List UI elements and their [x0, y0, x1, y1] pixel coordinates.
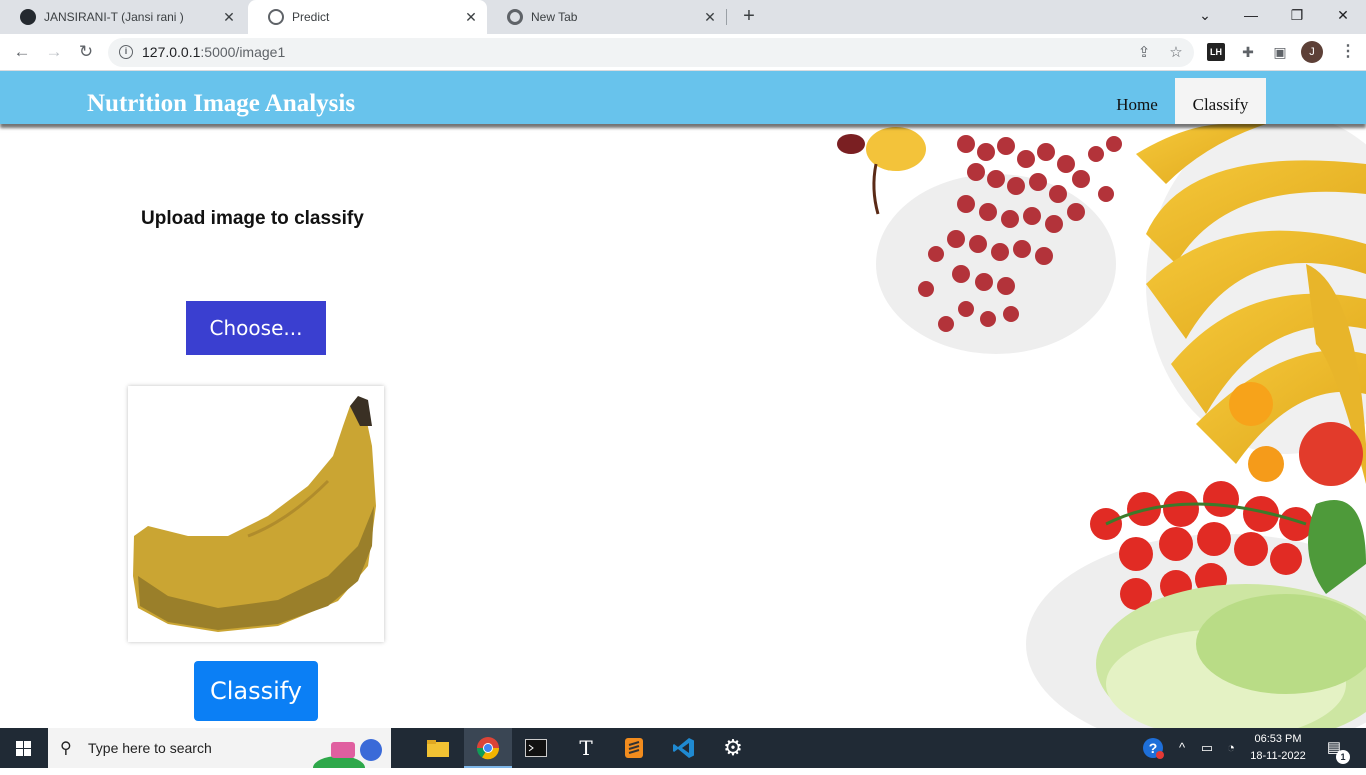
reload-icon[interactable]: ↻: [74, 40, 98, 64]
chevron-up-icon[interactable]: ^: [1172, 728, 1192, 768]
tab-predict[interactable]: Predict ✕: [248, 0, 487, 34]
typora-icon[interactable]: T: [562, 728, 610, 768]
search-icon: ⚲: [60, 740, 72, 757]
lighthouse-extension-icon[interactable]: LH: [1207, 43, 1225, 61]
windows-taskbar: ⚲ Type here to search T ⚙ ? ^ ▭ ◔ 06:53 …: [0, 728, 1366, 768]
tab-new-tab[interactable]: New Tab ✕: [487, 0, 726, 34]
close-tab-icon[interactable]: ✕: [463, 9, 479, 25]
globe-icon: [268, 9, 284, 25]
svg-text:?: ?: [1149, 740, 1158, 756]
minimize-button[interactable]: —: [1228, 0, 1274, 30]
nav-home-link[interactable]: Home: [1101, 78, 1173, 124]
fruit-background-image: [837, 124, 1366, 728]
upload-heading: Upload image to classify: [141, 208, 364, 229]
chrome-taskbar-icon[interactable]: [464, 728, 512, 768]
vscode-icon[interactable]: [660, 728, 708, 768]
site-title: Nutrition Image Analysis: [87, 90, 356, 117]
windows-start-button[interactable]: [0, 728, 48, 768]
nav-classify-link[interactable]: Classify: [1175, 78, 1266, 124]
url-text: 127.0.0.1:5000/image1: [142, 44, 285, 60]
close-tab-icon[interactable]: ✕: [702, 9, 718, 25]
image-preview: [128, 386, 384, 642]
system-clock[interactable]: 06:53 PM 18-11-2022: [1242, 731, 1314, 765]
address-bar[interactable]: i 127.0.0.1:5000/image1 ⇪ ☆: [108, 38, 1194, 67]
notification-badge: 1: [1336, 750, 1350, 764]
battery-icon[interactable]: ▭: [1196, 728, 1218, 768]
site-info-icon[interactable]: i: [119, 45, 133, 59]
site-header: Nutrition Image Analysis Home Classify: [0, 71, 1366, 124]
browser-tab-strip: JANSIRANI-T (Jansi rani ) ✕ Predict ✕ Ne…: [0, 0, 1366, 34]
profile-avatar[interactable]: J: [1301, 41, 1323, 63]
tab-title: New Tab: [531, 10, 578, 24]
back-icon[interactable]: ←: [10, 40, 34, 64]
close-window-button[interactable]: ✕: [1320, 0, 1366, 30]
restore-button[interactable]: ❐: [1274, 0, 1320, 30]
banana-preview-image: [128, 386, 384, 642]
tab-title: JANSIRANI-T (Jansi rani ): [44, 10, 184, 24]
clock-date: 18-11-2022: [1250, 750, 1306, 762]
url-path: :5000/image1: [200, 44, 286, 60]
page-viewport: Nutrition Image Analysis Home Classify U…: [0, 71, 1366, 728]
tab-title: Predict: [292, 10, 330, 24]
taskbar-search-box[interactable]: ⚲ Type here to search: [48, 728, 391, 768]
bookmark-star-icon[interactable]: ☆: [1166, 43, 1186, 63]
forward-icon[interactable]: →: [42, 40, 66, 64]
sublime-text-icon[interactable]: [610, 728, 658, 768]
tab-github[interactable]: JANSIRANI-T (Jansi rani ) ✕: [0, 0, 245, 34]
github-icon: [20, 9, 36, 25]
close-tab-icon[interactable]: ✕: [221, 9, 237, 25]
tab-separator: [726, 9, 727, 25]
browser-toolbar: ← → ↻ i 127.0.0.1:5000/image1 ⇪ ☆ LH ✚ ▣…: [0, 34, 1366, 71]
help-icon[interactable]: ?: [1140, 728, 1166, 768]
wifi-icon[interactable]: ◔: [1220, 728, 1242, 768]
extensions-puzzle-icon[interactable]: ✚: [1238, 42, 1258, 62]
share-icon[interactable]: ⇪: [1134, 43, 1154, 63]
choose-file-button[interactable]: Choose...: [186, 301, 326, 355]
new-tab-button[interactable]: +: [738, 6, 760, 28]
search-highlight-icon: [313, 739, 382, 768]
file-explorer-icon[interactable]: [414, 728, 462, 768]
search-placeholder: Type here to search: [88, 740, 212, 756]
terminal-icon[interactable]: [512, 728, 560, 768]
clock-time: 06:53 PM: [1254, 733, 1302, 745]
notification-center-icon[interactable]: ▤ 1: [1322, 738, 1350, 764]
url-host: 127.0.0.1: [142, 44, 201, 60]
tab-search-icon[interactable]: ⌄: [1182, 0, 1228, 30]
windows-logo-icon: [16, 741, 31, 756]
chrome-icon: [507, 9, 523, 25]
side-panel-icon[interactable]: ▣: [1270, 42, 1290, 62]
settings-gear-icon[interactable]: ⚙: [709, 728, 757, 768]
classify-button[interactable]: Classify: [194, 661, 318, 721]
menu-kebab-icon[interactable]: ⋮: [1340, 42, 1356, 62]
